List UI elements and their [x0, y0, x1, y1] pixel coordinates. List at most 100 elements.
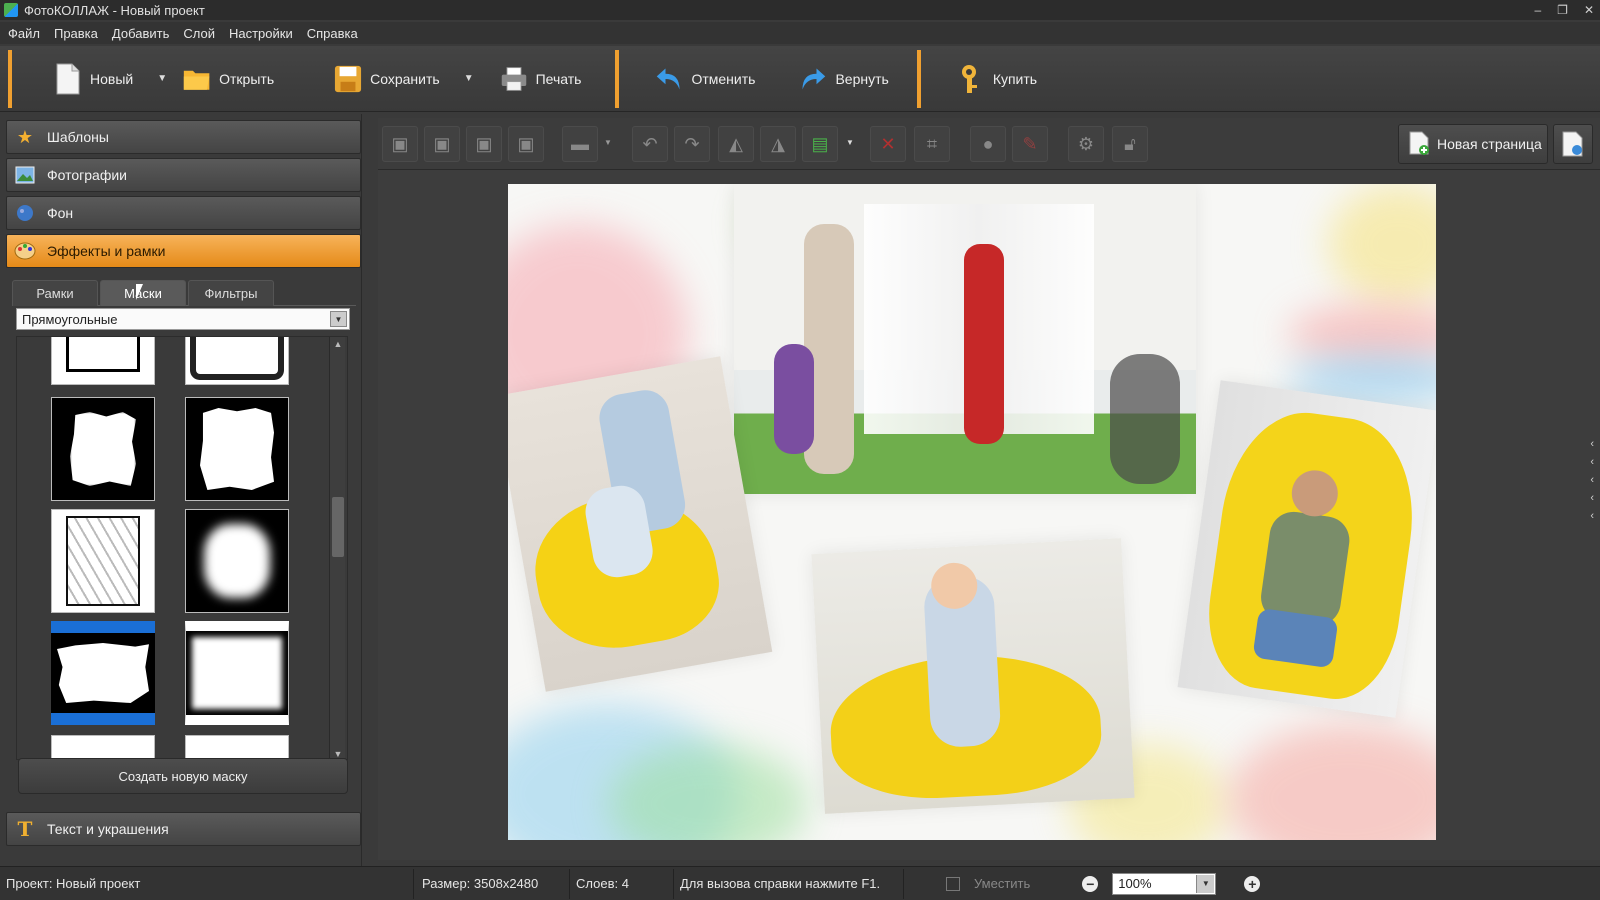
section-photos[interactable]: Фотографии: [6, 158, 361, 192]
scroll-up-icon[interactable]: ▲: [330, 337, 346, 351]
collage-photo-girl-beanbag[interactable]: [811, 538, 1135, 814]
flip-vertical-icon[interactable]: ◮: [760, 126, 796, 162]
mask-thumbnail[interactable]: [51, 337, 155, 385]
mask-thumbnail[interactable]: [185, 337, 289, 385]
mask-thumbnail[interactable]: [51, 509, 155, 613]
collage-photo-room[interactable]: [734, 184, 1196, 494]
mask-gallery: ▲ ▼: [16, 336, 348, 760]
menu-help[interactable]: Справка: [307, 26, 358, 41]
section-background[interactable]: Фон: [6, 196, 361, 230]
chevron-left-icon[interactable]: ‹: [1590, 510, 1594, 522]
undo-button[interactable]: Отменить: [645, 51, 765, 107]
scrollbar-thumb[interactable]: [332, 497, 344, 557]
zoom-out-icon[interactable]: −: [1082, 875, 1099, 892]
layout-icon[interactable]: ▤: [802, 126, 838, 162]
star-icon: ★: [16, 126, 34, 147]
create-mask-button[interactable]: Создать новую маску: [18, 758, 348, 794]
section-effects-label: Эффекты и рамки: [47, 243, 166, 259]
save-dropdown-icon[interactable]: ▼: [464, 73, 474, 84]
send-backward-icon[interactable]: ▣: [466, 126, 502, 162]
menu-file[interactable]: Файл: [8, 26, 40, 41]
menu-edit[interactable]: Правка: [54, 26, 98, 41]
section-photos-label: Фотографии: [47, 167, 128, 183]
printer-icon: [500, 62, 528, 96]
main-toolbar: Новый ▼ Открыть Сохранить ▼ Печать Отмен…: [0, 46, 1600, 112]
close-icon[interactable]: ✕: [1584, 3, 1594, 17]
redo-arrow-icon: [799, 62, 827, 96]
open-button[interactable]: Открыть: [173, 51, 284, 107]
new-document-icon: [54, 62, 82, 96]
status-layers: Слоев: 4: [570, 868, 674, 899]
undo-arrow-icon: [655, 62, 683, 96]
mouse-cursor: [136, 284, 143, 300]
collage-page[interactable]: [508, 184, 1436, 840]
mask-thumbnail[interactable]: [185, 397, 289, 501]
chevron-down-icon[interactable]: ▼: [1196, 874, 1215, 893]
new-dropdown-icon[interactable]: ▼: [157, 73, 167, 84]
chevron-down-icon[interactable]: ▼: [330, 311, 347, 327]
tab-frames[interactable]: Рамки: [12, 280, 98, 306]
toolbar-separator: [8, 49, 12, 108]
page-settings-icon[interactable]: [1553, 124, 1593, 164]
collage-photo-boy-beanbag[interactable]: [1177, 380, 1436, 718]
new-page-button[interactable]: Новая страница: [1398, 124, 1548, 164]
bring-forward-icon[interactable]: ▣: [424, 126, 460, 162]
align-dropdown-icon[interactable]: ▼: [604, 138, 612, 147]
align-icon[interactable]: ▬: [562, 126, 598, 162]
collage-photo-two-girls[interactable]: [508, 356, 773, 692]
color-effects-icon[interactable]: ●: [970, 126, 1006, 162]
settings-gear-icon[interactable]: ⚙: [1068, 126, 1104, 162]
rotate-left-icon[interactable]: ↶: [632, 126, 668, 162]
palette-icon: [13, 239, 37, 263]
mask-category-value: Прямоугольные: [22, 311, 118, 327]
chevron-left-icon[interactable]: ‹: [1590, 456, 1594, 468]
chevron-left-icon[interactable]: ‹: [1590, 474, 1594, 486]
brush-icon[interactable]: ✎: [1012, 126, 1048, 162]
mask-thumbnail[interactable]: [185, 621, 289, 725]
buy-button[interactable]: Купить: [947, 51, 1047, 107]
flip-horizontal-icon[interactable]: ◭: [718, 126, 754, 162]
menu-add[interactable]: Добавить: [112, 26, 169, 41]
bring-to-front-icon[interactable]: ▣: [382, 126, 418, 162]
mask-thumbnail-selected[interactable]: [51, 621, 155, 725]
section-text-label: Текст и украшения: [47, 821, 169, 837]
print-button[interactable]: Печать: [490, 51, 592, 107]
zoom-in-icon[interactable]: +: [1244, 875, 1261, 892]
layout-dropdown-icon[interactable]: ▼: [846, 138, 854, 147]
section-text-decorations[interactable]: T Текст и украшения: [6, 812, 361, 846]
paint-brush-icon: [13, 201, 37, 225]
redo-label: Вернуть: [835, 70, 889, 87]
zoom-level-field[interactable]: 100% ▼: [1112, 872, 1217, 895]
crop-icon[interactable]: ⌗: [914, 126, 950, 162]
tab-filters[interactable]: Фильтры: [188, 280, 274, 306]
redo-button[interactable]: Вернуть: [789, 51, 898, 107]
menu-layer[interactable]: Слой: [183, 26, 215, 41]
mask-thumbnail[interactable]: [185, 735, 289, 759]
toolbar-separator: [615, 49, 620, 108]
mask-thumbnail[interactable]: [185, 509, 289, 613]
menu-settings[interactable]: Настройки: [229, 26, 293, 41]
window-title: ФотоКОЛЛАЖ - Новый проект: [24, 2, 205, 18]
chevron-left-icon[interactable]: ‹: [1590, 492, 1594, 504]
delete-icon[interactable]: ✕: [870, 126, 906, 162]
section-effects-frames[interactable]: Эффекты и рамки: [6, 234, 361, 268]
lock-icon[interactable]: 🔓︎: [1112, 126, 1148, 162]
mask-gallery-scrollbar[interactable]: ▲ ▼: [329, 337, 346, 759]
new-button[interactable]: Новый: [20, 51, 143, 107]
mask-thumbnail[interactable]: [51, 397, 155, 501]
mask-thumbnail[interactable]: [51, 735, 155, 759]
new-page-icon: [1409, 131, 1429, 158]
print-label: Печать: [535, 70, 582, 87]
tab-masks[interactable]: Маски: [100, 280, 186, 306]
minimize-icon[interactable]: ‒: [1534, 3, 1541, 17]
chevron-left-icon[interactable]: ‹: [1590, 438, 1594, 450]
fit-control[interactable]: Уместить: [940, 869, 1036, 899]
rotate-right-icon[interactable]: ↷: [674, 126, 710, 162]
maximize-icon[interactable]: ❐: [1557, 3, 1568, 17]
section-templates[interactable]: ★ Шаблоны: [6, 120, 361, 154]
send-to-back-icon[interactable]: ▣: [508, 126, 544, 162]
app-window: ФотоКОЛЛАЖ - Новый проект ‒ ❐ ✕ Файл Пра…: [0, 0, 1600, 900]
save-button[interactable]: Сохранить: [324, 51, 450, 107]
photo-icon: [13, 163, 37, 187]
mask-category-select[interactable]: Прямоугольные ▼: [16, 308, 350, 330]
